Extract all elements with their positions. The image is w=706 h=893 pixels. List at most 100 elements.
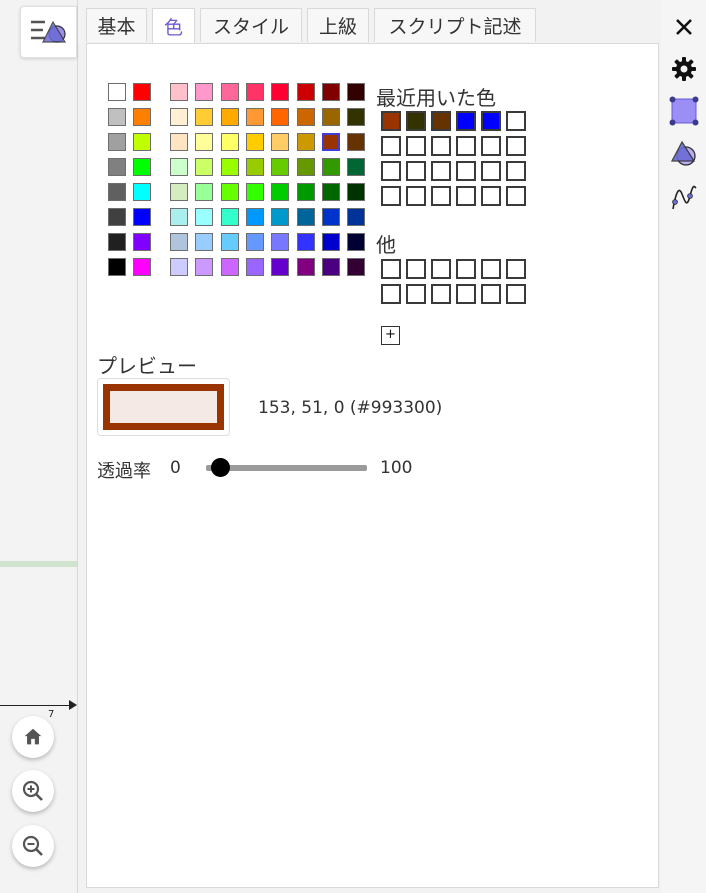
color-swatch[interactable] (245, 183, 264, 201)
add-custom-color-button[interactable]: + (381, 326, 400, 345)
custom-color-swatch[interactable] (406, 284, 426, 304)
color-swatch[interactable] (296, 208, 315, 226)
recent-color-swatch[interactable] (406, 186, 426, 206)
object-style-button[interactable] (661, 93, 706, 129)
custom-color-swatch[interactable] (431, 284, 451, 304)
custom-color-swatch[interactable] (406, 259, 426, 279)
color-swatch[interactable] (170, 158, 188, 176)
recent-color-swatch[interactable] (481, 136, 501, 156)
recent-color-swatch[interactable] (481, 161, 501, 181)
color-swatch[interactable] (195, 133, 214, 151)
custom-color-swatch[interactable] (431, 259, 451, 279)
color-swatch[interactable] (245, 158, 264, 176)
color-swatch[interactable] (321, 83, 340, 101)
recent-color-swatch[interactable] (381, 186, 401, 206)
color-swatch[interactable] (108, 108, 126, 126)
color-swatch[interactable] (133, 208, 151, 226)
color-swatch[interactable] (271, 258, 290, 276)
color-swatch[interactable] (271, 133, 290, 151)
color-swatch[interactable] (108, 133, 126, 151)
color-swatch[interactable] (195, 258, 214, 276)
color-swatch[interactable] (271, 158, 290, 176)
color-swatch[interactable] (170, 233, 188, 251)
color-swatch[interactable] (321, 183, 340, 201)
color-swatch[interactable] (170, 208, 188, 226)
color-swatch[interactable] (220, 133, 239, 151)
color-swatch[interactable] (245, 83, 264, 101)
color-swatch[interactable] (245, 108, 264, 126)
color-swatch[interactable] (133, 133, 151, 151)
color-swatch[interactable] (170, 183, 188, 201)
color-swatch[interactable] (347, 258, 366, 276)
recent-color-swatch[interactable] (506, 161, 526, 181)
color-swatch[interactable] (271, 183, 290, 201)
color-swatch[interactable] (108, 158, 126, 176)
recent-color-swatch[interactable] (381, 111, 401, 131)
color-swatch[interactable] (133, 83, 151, 101)
color-swatch[interactable] (245, 233, 264, 251)
color-swatch[interactable] (347, 83, 366, 101)
color-swatch[interactable] (347, 158, 366, 176)
custom-color-swatch[interactable] (456, 284, 476, 304)
color-swatch[interactable] (220, 108, 239, 126)
color-swatch[interactable] (271, 83, 290, 101)
color-swatch[interactable] (220, 183, 239, 201)
tab-style[interactable]: スタイル (200, 8, 302, 42)
recent-color-swatch[interactable] (506, 111, 526, 131)
opacity-slider-handle[interactable] (210, 458, 230, 477)
color-swatch[interactable] (347, 208, 366, 226)
recent-color-swatch[interactable] (456, 186, 476, 206)
recent-color-swatch[interactable] (381, 136, 401, 156)
recent-color-swatch[interactable] (406, 136, 426, 156)
settings-button[interactable] (661, 52, 706, 86)
color-swatch[interactable] (108, 233, 126, 251)
color-swatch[interactable] (220, 158, 239, 176)
tab-basic[interactable]: 基本 (86, 8, 147, 42)
color-swatch[interactable] (245, 133, 264, 151)
recent-color-swatch[interactable] (481, 186, 501, 206)
recent-color-swatch[interactable] (506, 136, 526, 156)
color-swatch[interactable] (170, 258, 188, 276)
recent-color-swatch[interactable] (456, 111, 476, 131)
color-swatch[interactable] (347, 183, 366, 201)
color-swatch[interactable] (296, 133, 315, 151)
functions-button[interactable] (661, 178, 706, 216)
recent-color-swatch[interactable] (406, 111, 426, 131)
color-swatch[interactable] (321, 233, 340, 251)
custom-color-swatch[interactable] (456, 259, 476, 279)
color-swatch[interactable] (195, 158, 214, 176)
color-swatch[interactable] (321, 158, 340, 176)
color-swatch[interactable] (347, 233, 366, 251)
recent-color-swatch[interactable] (431, 186, 451, 206)
color-swatch[interactable] (195, 233, 214, 251)
color-swatch[interactable] (321, 133, 340, 151)
color-swatch[interactable] (133, 108, 151, 126)
close-button[interactable] (661, 8, 706, 46)
color-swatch[interactable] (296, 83, 315, 101)
color-swatch[interactable] (220, 208, 239, 226)
recent-color-swatch[interactable] (506, 186, 526, 206)
recent-color-swatch[interactable] (431, 111, 451, 131)
color-swatch[interactable] (133, 258, 151, 276)
color-swatch[interactable] (195, 108, 214, 126)
color-swatch[interactable] (271, 233, 290, 251)
color-swatch[interactable] (321, 208, 340, 226)
color-swatch[interactable] (296, 158, 315, 176)
color-swatch[interactable] (271, 208, 290, 226)
color-swatch[interactable] (245, 208, 264, 226)
color-swatch[interactable] (321, 258, 340, 276)
color-swatch[interactable] (296, 183, 315, 201)
color-swatch[interactable] (271, 108, 290, 126)
color-swatch[interactable] (133, 158, 151, 176)
custom-color-swatch[interactable] (481, 259, 501, 279)
color-swatch[interactable] (347, 108, 366, 126)
recent-color-swatch[interactable] (481, 111, 501, 131)
color-swatch[interactable] (195, 208, 214, 226)
color-swatch[interactable] (321, 108, 340, 126)
custom-color-swatch[interactable] (506, 284, 526, 304)
color-swatch[interactable] (296, 108, 315, 126)
color-swatch[interactable] (220, 83, 239, 101)
tab-advanced[interactable]: 上級 (307, 8, 369, 42)
recent-color-swatch[interactable] (406, 161, 426, 181)
color-swatch[interactable] (108, 208, 126, 226)
